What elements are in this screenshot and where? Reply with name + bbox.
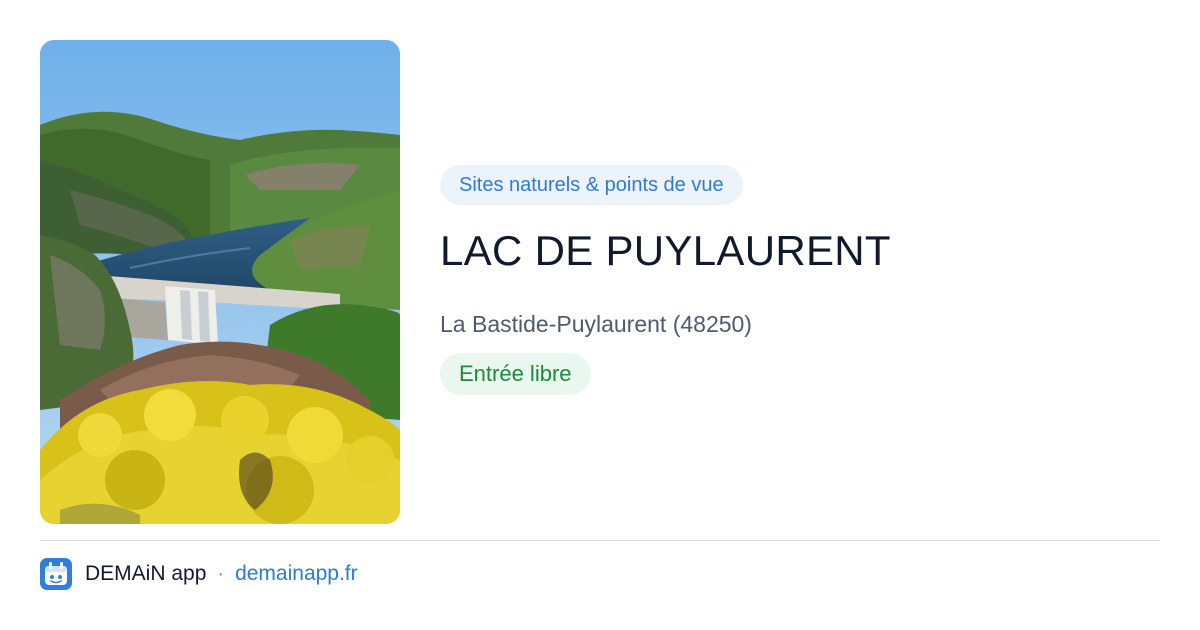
place-photo <box>40 40 400 524</box>
place-location: La Bastide-Puylaurent (48250) <box>440 311 752 337</box>
footer: DEMAiN app · demainapp.fr <box>40 557 358 591</box>
site-link[interactable]: demainapp.fr <box>235 562 358 586</box>
footer-divider <box>40 540 1160 541</box>
access-badge: Entrée libre <box>440 353 591 395</box>
footer-separator: · <box>217 562 225 585</box>
category-badge[interactable]: Sites naturels & points de vue <box>440 165 743 205</box>
lake-dam-illustration <box>40 40 400 524</box>
app-logo-icon <box>40 558 72 590</box>
place-info: Sites naturels & points de vue LAC DE PU… <box>440 165 1160 395</box>
app-name: DEMAiN app <box>85 562 207 585</box>
place-title: LAC DE PUYLAURENT <box>440 227 891 274</box>
